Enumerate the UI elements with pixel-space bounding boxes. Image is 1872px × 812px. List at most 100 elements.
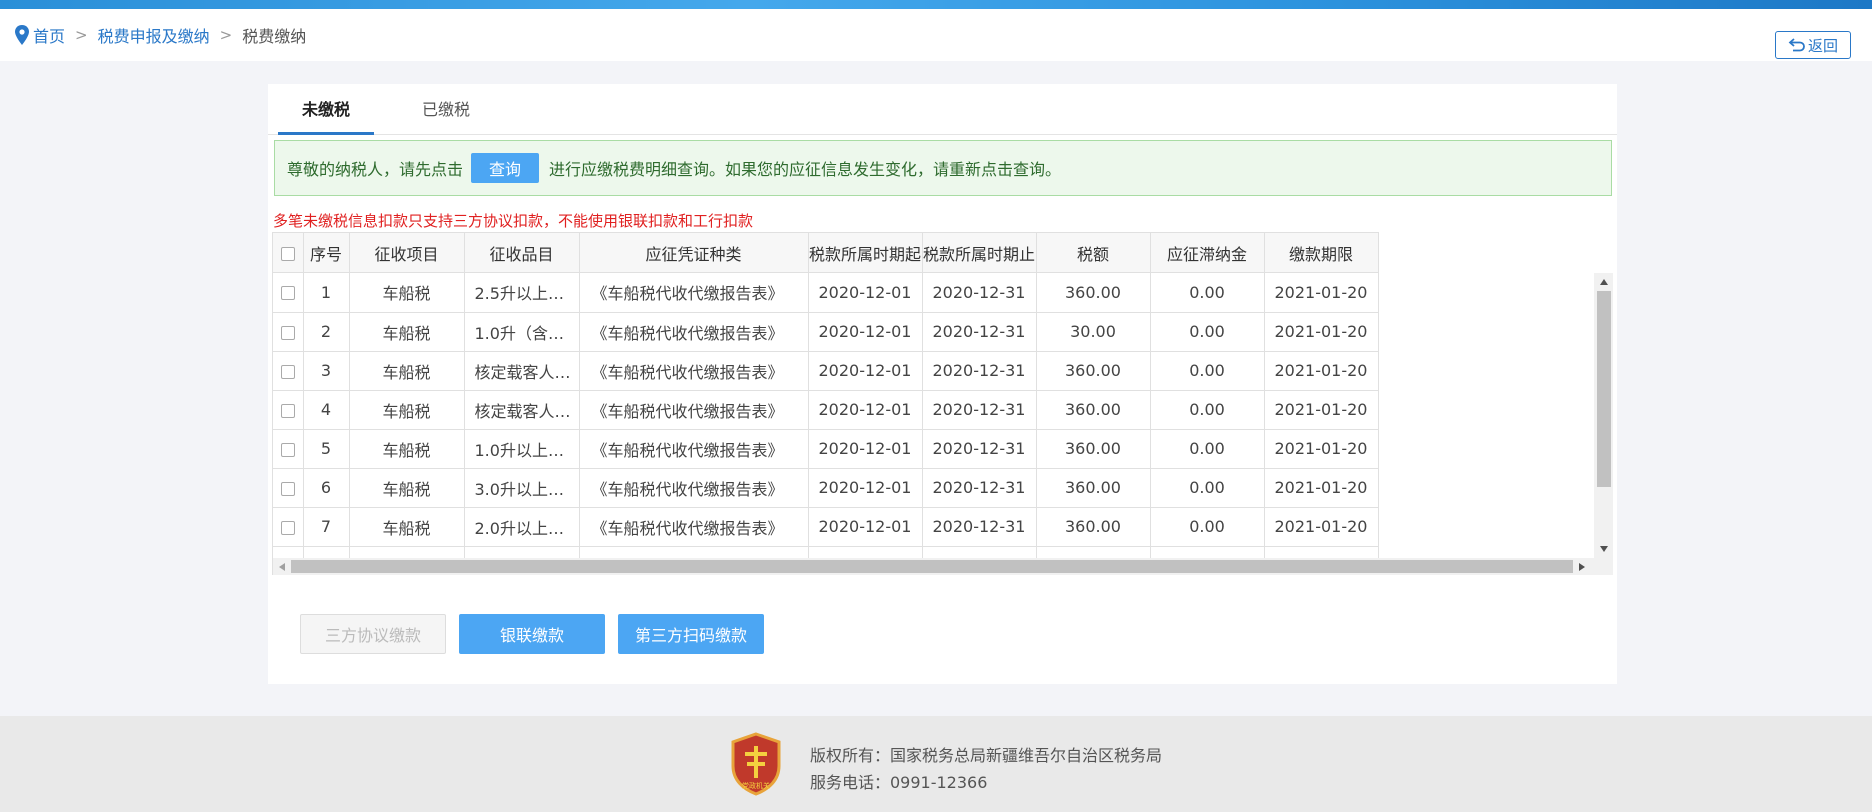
row-checkbox[interactable] [280, 481, 295, 496]
row-deadline: 2021-01-20 [1264, 273, 1379, 313]
row-checkbox[interactable] [280, 325, 295, 340]
column-header: 税款所属时期起 [808, 232, 923, 273]
top-banner [0, 0, 1872, 9]
row-checkbox[interactable] [280, 286, 295, 301]
row-tax-item: 2.5升以上至3.... [464, 273, 580, 313]
row-period-start: 2020-12-01 [808, 351, 923, 391]
row-tax-project: 车船税 [349, 351, 465, 391]
column-header: 税额 [1036, 232, 1151, 273]
notice-text-before: 尊敬的纳税人，请先点击 [287, 160, 464, 179]
row-voucher-type: 《车船税代收代缴报告表》 [579, 312, 809, 352]
row-voucher-type: 《车船税代收代缴报告表》 [579, 273, 809, 313]
vertical-scrollbar[interactable] [1594, 273, 1613, 558]
scroll-left-icon[interactable] [279, 563, 285, 571]
horizontal-scrollbar[interactable] [273, 558, 1613, 575]
row-voucher-type: 《车船税代收代缴报告表》 [579, 429, 809, 469]
table-row[interactable]: 6车船税3.0升以上至4....《车船税代收代缴报告表》2020-12-01 20… [273, 468, 1379, 508]
row-tax-amount: 360.00 [1036, 273, 1151, 313]
back-button[interactable]: 返回 [1775, 31, 1851, 59]
row-period-end: 2020-12-31 [922, 351, 1037, 391]
breadcrumb-separator: > [75, 26, 88, 44]
row-late-fee: 0.00 [1150, 468, 1265, 508]
table-body: 1车船税2.5升以上至3....《车船税代收代缴报告表》2020-12-0120… [273, 273, 1379, 558]
row-select-cell [273, 507, 304, 547]
row-checkbox[interactable] [280, 520, 295, 535]
row-late-fee: 0.00 [1150, 546, 1265, 558]
row-tax-project: 车船税 [349, 468, 465, 508]
row-tax-amount: 360.00 [1036, 429, 1151, 469]
action-buttons: 三方协议缴款 银联缴款 第三方扫码缴款 [300, 614, 777, 654]
row-period-end: 2020-12-31 [922, 546, 1037, 558]
tax-table: 序号 征收项目 征收品目 应征凭证种类 税款所属时期起 税款所属时期止 税额 应… [272, 232, 1613, 575]
breadcrumb-separator: > [219, 26, 233, 44]
location-pin-icon [15, 25, 29, 45]
column-header: 应征滞纳金 [1150, 232, 1265, 273]
query-button[interactable]: 查询 [471, 153, 540, 183]
row-checkbox[interactable] [280, 364, 295, 379]
third-party-scan-payment-button[interactable]: 第三方扫码缴款 [618, 614, 764, 654]
row-index: 7 [303, 507, 350, 547]
row-tax-item: 3.0升以上至4.... [464, 468, 580, 508]
row-checkbox[interactable] [280, 403, 295, 418]
table-row[interactable]: 2 车船税 1.0升（含）... 《车船税代收代缴报告表》 2020-12-01 2020… [273, 312, 1379, 352]
row-select-cell [273, 468, 304, 508]
svg-text:党政机关: 党政机关 [742, 781, 770, 790]
row-tax-project: 车船税 [349, 507, 465, 547]
row-tax-amount: 360.00 [1036, 351, 1151, 391]
row-tax-item: 核定载客人数... [464, 390, 580, 430]
table-row[interactable]: 1车船税2.5升以上至3....《车船税代收代缴报告表》2020-12-0120… [273, 273, 1379, 313]
table-row[interactable]: 3 车船税 核定载客人数... 《车船税代收代缴报告表》 2020-12-01 2020-… [273, 351, 1379, 391]
vertical-scroll-thumb[interactable] [1597, 291, 1611, 487]
row-period-end: 2020-12-31 [922, 507, 1037, 547]
return-arrow-icon [1788, 38, 1805, 52]
row-deadline: 2021-01-20 [1264, 390, 1379, 430]
row-tax-amount: 360.00 [1036, 390, 1151, 430]
row-tax-amount: 360.00 [1036, 546, 1151, 558]
scroll-up-icon[interactable] [1600, 279, 1608, 285]
row-tax-item: 核定载客人数... [464, 351, 580, 391]
table-row[interactable]: 8车船税4.0升以上的...《车船税代收代缴报告表》2020-12-012020… [273, 546, 1379, 558]
row-tax-project: 车船税 [349, 390, 465, 430]
row-period-end: 2020-12-31 [922, 429, 1037, 469]
row-checkbox[interactable] [280, 442, 295, 457]
unionpay-payment-button[interactable]: 银联缴款 [459, 614, 605, 654]
warning-message: 多笔未缴税信息扣款只支持三方协议扣款，不能使用银联扣款和工行扣款 [273, 212, 754, 230]
row-deadline: 2021-01-20 [1264, 429, 1379, 469]
tripartite-payment-button[interactable]: 三方协议缴款 [300, 614, 446, 654]
row-voucher-type: 《车船税代收代缴报告表》 [579, 468, 809, 508]
table-row[interactable]: 7车船税2.0升以上至2....《车船税代收代缴报告表》2020-12-0120… [273, 507, 1379, 547]
select-all-checkbox[interactable] [280, 246, 295, 261]
column-header: 征收品目 [464, 232, 580, 273]
row-deadline: 2021-01-20 [1264, 468, 1379, 508]
scroll-down-icon[interactable] [1600, 546, 1608, 552]
tab-paid[interactable]: 已缴税 [398, 84, 494, 135]
row-late-fee: 0.00 [1150, 507, 1265, 547]
select-all-cell [273, 232, 304, 273]
table-body-viewport[interactable]: 1车船税2.5升以上至3....《车船税代收代缴报告表》2020-12-0120… [273, 273, 1594, 558]
row-deadline: 2021-01-20 [1264, 351, 1379, 391]
party-government-logo-icon: 党政机关 [731, 732, 781, 796]
scroll-right-icon[interactable] [1579, 563, 1585, 571]
row-period-start: 2020-12-01 [808, 468, 923, 508]
row-voucher-type: 《车船税代收代缴报告表》 [579, 351, 809, 391]
row-late-fee: 0.00 [1150, 390, 1265, 430]
header: 首页 > 税费申报及缴纳 > 税费缴纳 返回 [0, 9, 1872, 61]
row-tax-item: 1.0升（含）... [464, 312, 580, 352]
tab-unpaid[interactable]: 未缴税 [278, 84, 374, 135]
breadcrumb-home-link[interactable]: 首页 [33, 23, 65, 47]
row-tax-amount: 360.00 [1036, 507, 1151, 547]
table-row[interactable]: 5车船税1.0升以上至1....《车船税代收代缴报告表》2020-12-0120… [273, 429, 1379, 469]
horizontal-scroll-thumb[interactable] [291, 560, 1573, 573]
row-late-fee: 0.00 [1150, 273, 1265, 313]
table-row[interactable]: 4 车船税 核定载客人数... 《车船税代收代缴报告表》 2020-12-01 2020-… [273, 390, 1379, 430]
row-period-start: 2020-12-01 [808, 546, 923, 558]
breadcrumb-section-link[interactable]: 税费申报及缴纳 [98, 23, 210, 47]
row-late-fee: 0.00 [1150, 351, 1265, 391]
back-button-label: 返回 [1807, 36, 1838, 55]
notice-banner: 尊敬的纳税人，请先点击 查询 进行应缴税费明细查询。如果您的应征信息发生变化，请… [274, 140, 1612, 196]
row-tax-amount: 30.00 [1036, 312, 1151, 352]
row-tax-item: 2.0升以上至2.... [464, 507, 580, 547]
row-index: 6 [303, 468, 350, 508]
row-deadline: 2021-01-20 [1264, 546, 1379, 558]
row-select-cell [273, 312, 304, 352]
